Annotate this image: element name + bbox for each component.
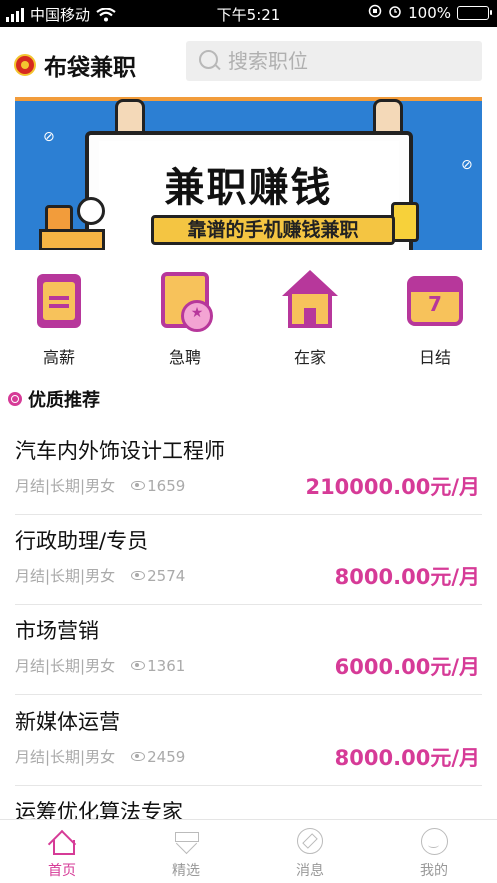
section-title: 优质推荐 — [28, 390, 100, 411]
app-header: 布袋兼职 — [0, 27, 497, 95]
status-right: 100% — [368, 4, 492, 22]
job-views: 2459 — [147, 747, 186, 766]
job-title: 行政助理/专员 — [15, 529, 149, 553]
eye-icon — [131, 661, 146, 670]
tab-label: 我的 — [420, 863, 448, 879]
battery-icon — [457, 6, 492, 20]
job-list-item[interactable]: 行政助理/专员 月结|长期|男女 2574 8000.00元/月 — [15, 515, 482, 605]
bullet-icon — [8, 392, 22, 406]
tab-label: 消息 — [296, 863, 324, 879]
job-list-item[interactable]: 汽车内外饰设计工程师 月结|长期|男女 1659 210000.00元/月 — [15, 425, 482, 515]
shelf-illustration — [39, 229, 105, 250]
job-views: 1361 — [147, 656, 186, 675]
urgent-icon — [153, 268, 217, 332]
job-meta: 月结|长期|男女 2459 — [15, 746, 185, 767]
tab-home[interactable]: 首页 — [0, 826, 124, 880]
tab-messages[interactable]: 消息 — [248, 826, 372, 880]
search-icon — [198, 49, 222, 73]
job-meta: 月结|长期|男女 1659 — [15, 475, 185, 496]
battery-percent: 100% — [408, 4, 451, 22]
bottom-tab-bar: 首页 精选 消息 我的 — [0, 819, 497, 883]
category-label: 高薪 — [42, 348, 75, 367]
eye-icon — [131, 752, 146, 761]
category-label: 急聘 — [168, 348, 201, 367]
job-title: 市场营销 — [15, 619, 99, 643]
job-salary: 6000.00元/月 — [334, 655, 480, 679]
job-views: 1659 — [147, 476, 186, 495]
tab-label: 首页 — [48, 863, 76, 879]
app-title: 布袋兼职 — [44, 55, 136, 81]
job-list-item[interactable]: 市场营销 月结|长期|男女 1361 6000.00元/月 — [15, 605, 482, 695]
job-tags: 月结|长期|男女 — [15, 567, 116, 585]
category-label: 在家 — [293, 348, 326, 367]
status-bar: 中国移动 下午5:21 100% — [0, 0, 497, 27]
eye-icon — [131, 571, 146, 580]
job-tags: 月结|长期|男女 — [15, 477, 116, 495]
home-icon — [47, 826, 77, 856]
orientation-lock-icon — [368, 4, 382, 22]
job-meta: 月结|长期|男女 2574 — [15, 565, 185, 586]
section-header: 优质推荐 — [8, 386, 100, 412]
job-title: 汽车内外饰设计工程师 — [15, 439, 225, 463]
eye-icon — [131, 481, 146, 490]
job-salary: 210000.00元/月 — [305, 475, 480, 499]
user-icon — [419, 826, 449, 856]
decoration-icon: ⊘ — [43, 129, 55, 145]
tab-profile[interactable]: 我的 — [372, 826, 496, 880]
search-box[interactable] — [186, 41, 482, 81]
compass-icon — [295, 826, 325, 856]
tab-label: 精选 — [172, 863, 200, 879]
category-row: 高薪 急聘 在家 7 日结 — [0, 268, 497, 368]
job-salary: 8000.00元/月 — [334, 746, 480, 770]
job-tags: 月结|长期|男女 — [15, 748, 116, 766]
job-views: 2574 — [147, 566, 186, 585]
job-title: 新媒体运营 — [15, 710, 120, 734]
category-high-salary[interactable]: 高薪 — [12, 268, 106, 368]
logo-icon — [14, 54, 36, 76]
alarm-icon — [388, 4, 402, 22]
job-list-item[interactable]: 新媒体运营 月结|长期|男女 2459 8000.00元/月 — [15, 696, 482, 786]
search-input[interactable] — [228, 49, 468, 73]
category-at-home[interactable]: 在家 — [263, 268, 357, 368]
promo-banner[interactable]: ⊘ ⊘ 兼职赚钱 靠谱的手机赚钱兼职 — [15, 97, 482, 250]
tab-featured[interactable]: 精选 — [124, 826, 248, 880]
banner-subtitle: 靠谱的手机赚钱兼职 — [151, 215, 395, 245]
banner-title: 兼职赚钱 — [164, 165, 333, 211]
category-label: 日结 — [418, 348, 451, 367]
category-urgent[interactable]: 急聘 — [138, 268, 232, 368]
job-meta: 月结|长期|男女 1361 — [15, 655, 185, 676]
calendar-icon: 7 — [403, 268, 467, 332]
diamond-icon — [171, 826, 201, 856]
job-salary: 8000.00元/月 — [334, 565, 480, 589]
category-daily-pay[interactable]: 7 日结 — [388, 268, 482, 368]
job-tags: 月结|长期|男女 — [15, 657, 116, 675]
house-icon — [278, 268, 342, 332]
document-icon — [27, 268, 91, 332]
banner-stripe — [15, 97, 482, 101]
